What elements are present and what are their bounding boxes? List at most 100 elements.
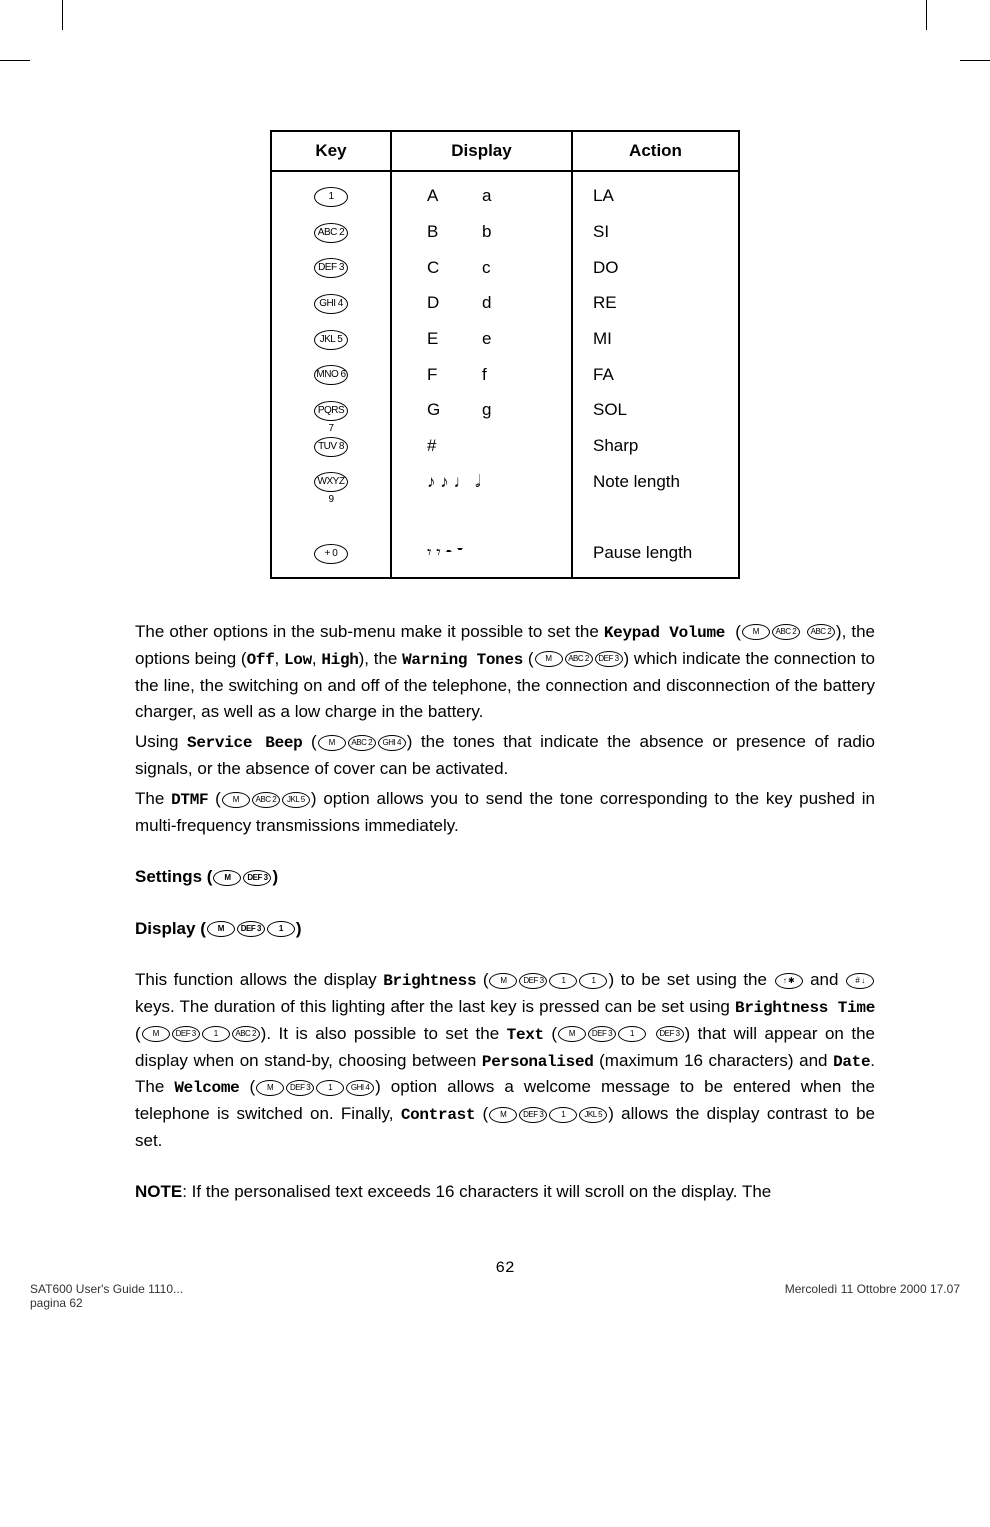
key-def3-icon: DEF 3 xyxy=(519,973,547,989)
key-abc2-icon: ABC 2 xyxy=(252,792,280,808)
keycap-4: GHI 4 xyxy=(314,294,348,314)
disp-lower: a xyxy=(482,186,491,205)
text: ) to be set using the xyxy=(608,970,773,989)
disp-upper: # xyxy=(427,428,482,464)
text: Using xyxy=(135,732,187,751)
keycap-8: TUV 8 xyxy=(314,437,348,457)
disp-upper: F xyxy=(427,357,482,393)
key-hash-icon: # ↓ xyxy=(846,973,874,989)
service-beep-label: Service Beep xyxy=(187,734,302,752)
key-def3-icon: DEF 3 xyxy=(237,921,265,937)
brightness-time-label: Brightness Time xyxy=(735,999,875,1017)
page-content: Key Display Action 1 ABC 2 DEF 3 GHI 4 J… xyxy=(0,0,990,1340)
key-jkl5-icon: JKL 5 xyxy=(579,1107,607,1123)
disp-upper: B xyxy=(427,214,482,250)
key-abc2-icon: ABC 2 xyxy=(232,1026,260,1042)
page-number: 62 xyxy=(135,1256,875,1281)
paragraph-2: This function allows the display Brightn… xyxy=(135,967,875,1154)
key-def3-icon: DEF 3 xyxy=(172,1026,200,1042)
key-def3-icon: DEF 3 xyxy=(595,651,623,667)
disp-upper: G xyxy=(427,392,482,428)
text: The other options in the sub-menu make i… xyxy=(135,622,604,641)
footer-doc-title: SAT600 User's Guide 1110... xyxy=(30,1282,183,1296)
action-cell: Note length xyxy=(593,472,680,491)
key-1-icon: 1 xyxy=(549,973,577,989)
disp-lower: b xyxy=(482,222,491,241)
key-def3-icon: DEF 3 xyxy=(656,1026,684,1042)
high-label: High xyxy=(321,651,358,669)
disp-notes: ♪ ♪ ♩ 𝅗𝅥 xyxy=(427,472,481,491)
disp-upper: C xyxy=(427,250,482,286)
disp-upper: A xyxy=(427,178,482,214)
key-abc2-icon: ABC 2 xyxy=(348,735,376,751)
key-m-icon: M xyxy=(318,735,346,751)
text: This function allows the display xyxy=(135,970,383,989)
text: The xyxy=(135,789,171,808)
key-def3-icon: DEF 3 xyxy=(243,870,271,886)
key-1-icon: 1 xyxy=(579,973,607,989)
keycap-6: MNO 6 xyxy=(314,365,348,385)
settings-label: Settings ( xyxy=(135,867,212,886)
key-def3-icon: DEF 3 xyxy=(588,1026,616,1042)
action-cell: SI xyxy=(593,222,609,241)
key-m-icon: M xyxy=(207,921,235,937)
keycap-7: PQRS 7 xyxy=(314,401,348,421)
brightness-label: Brightness xyxy=(383,972,476,990)
footer: SAT600 User's Guide 1110... pagina 62 Me… xyxy=(30,1282,960,1310)
low-label: Low xyxy=(284,651,312,669)
key-m-icon: M xyxy=(535,651,563,667)
disp-rests: 𝄾 𝄾 𝄼 𝄻 xyxy=(427,543,463,562)
contrast-label: Contrast xyxy=(401,1106,475,1124)
key-m-icon: M xyxy=(222,792,250,808)
key-ghi4-icon: GHI 4 xyxy=(378,735,406,751)
key-m-icon: M xyxy=(256,1080,284,1096)
key-m-icon: M xyxy=(142,1026,170,1042)
keycap-3: DEF 3 xyxy=(314,258,348,278)
keycap-2: ABC 2 xyxy=(314,223,348,243)
keycap-1: 1 xyxy=(314,187,348,207)
th-key: Key xyxy=(271,131,391,171)
key-1-icon: 1 xyxy=(549,1107,577,1123)
action-cell: MI xyxy=(593,329,612,348)
disp-lower: g xyxy=(482,400,491,419)
key-ghi4-icon: GHI 4 xyxy=(346,1080,374,1096)
th-action: Action xyxy=(572,131,739,171)
key-star-icon: ↑ ✱ xyxy=(775,973,803,989)
action-cell: SOL xyxy=(593,400,627,419)
key-m-icon: M xyxy=(489,1107,517,1123)
text: and xyxy=(804,970,845,989)
disp-lower: d xyxy=(482,293,491,312)
disp-lower: e xyxy=(482,329,491,348)
disp-lower: f xyxy=(482,365,487,384)
settings-heading: Settings (MDEF 3) xyxy=(135,864,875,890)
text: (maximum 16 characters) and xyxy=(594,1051,834,1070)
key-m-icon: M xyxy=(489,973,517,989)
note-label: NOTE xyxy=(135,1182,182,1201)
footer-date: Mercoledì 11 Ottobre 2000 17.07 xyxy=(785,1282,960,1310)
th-display: Display xyxy=(391,131,572,171)
text: ). It is also possible to set the xyxy=(261,1024,507,1043)
action-cell: DO xyxy=(593,258,619,277)
keycap-9: WXYZ 9 xyxy=(314,472,348,492)
text: keys. The duration of this lighting afte… xyxy=(135,997,735,1016)
key-jkl5-icon: JKL 5 xyxy=(282,792,310,808)
action-cell: RE xyxy=(593,293,617,312)
welcome-label: Welcome xyxy=(174,1079,239,1097)
dtmf-label: DTMF xyxy=(171,791,208,809)
key-abc2-icon: ABC 2 xyxy=(772,624,800,640)
note-text: : If the personalised text exceeds 16 ch… xyxy=(182,1182,771,1201)
disp-upper: E xyxy=(427,321,482,357)
keypad-volume-label: Keypad Volume xyxy=(604,624,725,642)
key-1-icon: 1 xyxy=(316,1080,344,1096)
disp-upper: D xyxy=(427,285,482,321)
key-m-icon: M xyxy=(742,624,770,640)
keycap-0: + 0 xyxy=(314,544,348,564)
key-def3-icon: DEF 3 xyxy=(519,1107,547,1123)
date-label: Date xyxy=(833,1053,870,1071)
disp-lower: c xyxy=(482,258,491,277)
off-label: Off xyxy=(247,651,275,669)
warning-tones-label: Warning Tones xyxy=(402,651,523,669)
key-m-icon: M xyxy=(213,870,241,886)
key-abc2-icon: ABC 2 xyxy=(565,651,593,667)
text: ), the xyxy=(359,649,403,668)
